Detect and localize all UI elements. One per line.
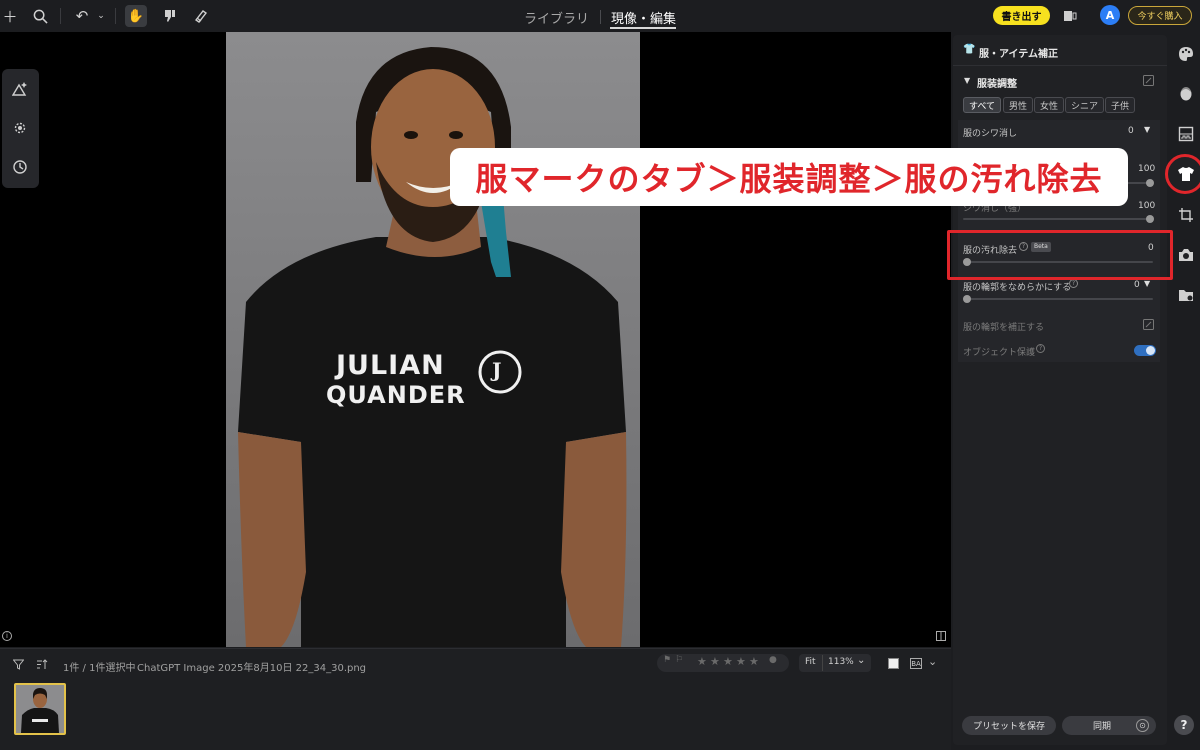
sync-label: 同期 — [1092, 722, 1111, 732]
help-button[interactable]: ? — [1174, 715, 1194, 735]
hidden-slider-value: 100 — [1138, 164, 1156, 174]
canvas-tool-palette — [2, 69, 39, 188]
thumbs-down-icon[interactable] — [159, 6, 179, 26]
smooth-outline-label: 服の輪郭をなめらかにする — [963, 283, 1072, 293]
wrinkle-removal-label: 服のシワ消し — [963, 129, 1018, 139]
correct-outline-edit-icon[interactable] — [1143, 319, 1154, 333]
rating-control: ⚑ ⚐ ★ ★ ★ ★ ★ ● — [657, 654, 789, 672]
help-icon[interactable]: ? — [1069, 279, 1078, 288]
before-after-view-icon[interactable]: BA — [910, 658, 922, 669]
add-icon[interactable]: ＋ — [0, 6, 20, 26]
smooth-outline-track[interactable] — [963, 298, 1153, 300]
wrinkle-removal-chevron-icon[interactable]: ▼ — [1144, 125, 1150, 134]
shirt-icon: 👕 — [963, 44, 976, 55]
adjustment-panel: 👕 服・アイテム補正 ▼ 服装調整 すべて 男性 女性 シニア 子供 服のシワ消… — [953, 35, 1167, 745]
view-options-chevron-icon[interactable]: ⌄ — [928, 655, 937, 668]
image-canvas[interactable]: JULIAN QUANDER J — [0, 32, 951, 647]
single-view-icon[interactable] — [888, 658, 899, 669]
hidden-slider-thumb[interactable] — [1146, 179, 1154, 187]
clothing-tab-icon[interactable] — [1176, 164, 1196, 184]
sort-icon[interactable] — [32, 654, 52, 674]
info-icon[interactable]: i — [2, 631, 12, 641]
filter-chip-senior[interactable]: シニア — [1065, 97, 1105, 113]
object-protect-toggle[interactable] — [1134, 345, 1156, 356]
filter-chip-all[interactable]: すべて — [963, 97, 1002, 113]
star-icon[interactable]: ★ — [697, 655, 707, 668]
auto-adjust-icon[interactable] — [10, 79, 30, 99]
thumbnail-image — [16, 685, 64, 733]
smooth-outline-thumb[interactable] — [963, 295, 971, 303]
tab-develop-edit[interactable]: 現像・編集 — [611, 8, 676, 27]
toolbar-divider — [115, 8, 116, 24]
toolbar-divider — [60, 8, 61, 24]
active-tab-underline — [610, 27, 676, 29]
annotation-callout: 服マークのタブ＞服装調整＞服の汚れ除去 — [450, 148, 1128, 206]
star-icon[interactable]: ★ — [723, 655, 733, 668]
correct-outline-label[interactable]: 服の輪郭を補正する — [963, 320, 1044, 333]
light-adjust-icon[interactable] — [10, 118, 30, 138]
shirt-text-line2: QUANDER — [326, 381, 466, 409]
mode-tab-divider — [600, 10, 601, 24]
wrinkle-strong-thumb[interactable] — [1146, 215, 1154, 223]
search-icon[interactable] — [30, 6, 50, 26]
zoom-chevron-icon[interactable]: ⌄ — [857, 655, 865, 666]
wrinkle-strong-track[interactable] — [963, 218, 1153, 220]
filter-icon[interactable] — [8, 654, 28, 674]
filmstrip-bar: 1件 / 1件選択中 ChatGPT Image 2025年8月10日 22_3… — [0, 648, 951, 750]
selection-count: 1件 / 1件選択中 — [63, 663, 136, 674]
user-avatar[interactable]: A — [1100, 5, 1120, 25]
undo-history-chevron-icon[interactable]: ⌄ — [91, 6, 111, 26]
star-icon[interactable]: ★ — [749, 655, 759, 668]
smooth-outline-value[interactable]: 0 — [1134, 280, 1140, 290]
export-button[interactable]: 書き出す — [993, 6, 1050, 25]
folder-settings-icon[interactable] — [1176, 285, 1196, 305]
sync-settings-icon[interactable]: ⊙ — [1136, 719, 1149, 732]
compare-view-icon[interactable] — [1060, 6, 1080, 26]
panel-toggle-icon[interactable] — [936, 631, 946, 641]
star-icon[interactable]: ★ — [736, 655, 746, 668]
portrait-illustration — [238, 47, 627, 647]
panel-title: 服・アイテム補正 — [979, 49, 1058, 60]
fit-button[interactable]: Fit — [805, 657, 816, 667]
shirt-text-line1: JULIAN — [336, 350, 445, 381]
wrinkle-strong-value: 100 — [1138, 201, 1156, 211]
buy-now-button[interactable]: 今すぐ購入 — [1128, 6, 1192, 25]
filter-chip-kids[interactable]: 子供 — [1105, 97, 1136, 113]
history-icon[interactable] — [10, 157, 30, 177]
face-retouch-icon[interactable] — [1176, 84, 1196, 104]
filmstrip-thumbnail[interactable] — [14, 683, 66, 735]
panel-divider — [953, 65, 1167, 66]
filter-chip-male[interactable]: 男性 — [1003, 97, 1034, 113]
highlight-box — [947, 230, 1173, 280]
zoom-level[interactable]: 113% — [828, 657, 854, 667]
zoom-control[interactable]: Fit 113% ⌄ — [799, 654, 871, 672]
reject-flag-icon[interactable]: ⚐ — [675, 655, 683, 665]
filter-chip-female[interactable]: 女性 — [1034, 97, 1065, 113]
object-protect-label: オブジェクト保護 — [963, 348, 1036, 358]
top-toolbar: ＋ ↶ ⌄ ✋ ライブラリ 現像・編集 書き出す A 今すぐ購入 — [0, 0, 1200, 32]
smooth-outline-chevron-icon[interactable]: ▼ — [1144, 279, 1150, 288]
crop-icon[interactable] — [1176, 205, 1196, 225]
camera-icon[interactable] — [1176, 245, 1196, 265]
tab-library[interactable]: ライブラリ — [524, 8, 589, 27]
hand-tool-icon[interactable]: ✋ — [125, 5, 147, 27]
eraser-brush-icon[interactable] — [190, 6, 210, 26]
help-icon[interactable]: ? — [1036, 344, 1045, 353]
undo-icon[interactable]: ↶ — [72, 6, 92, 26]
wrinkle-removal-value[interactable]: 0 — [1128, 126, 1134, 136]
save-preset-button[interactable]: プリセットを保存 — [962, 716, 1056, 735]
edited-photo: JULIAN QUANDER J — [226, 32, 640, 647]
section-edit-icon[interactable] — [1143, 75, 1154, 89]
shirt-logo-letter: J — [492, 358, 502, 382]
flag-icon[interactable]: ⚑ — [663, 655, 671, 665]
background-icon[interactable] — [1176, 124, 1196, 144]
collapse-triangle-icon[interactable]: ▼ — [964, 76, 970, 85]
palette-icon[interactable] — [1176, 44, 1196, 64]
star-icon[interactable]: ★ — [710, 655, 720, 668]
color-label-icon[interactable]: ● — [769, 655, 777, 665]
section-title[interactable]: 服装調整 — [977, 75, 1017, 90]
file-name: ChatGPT Image 2025年8月10日 22_34_30.png — [137, 663, 367, 674]
zoom-divider — [822, 655, 823, 671]
